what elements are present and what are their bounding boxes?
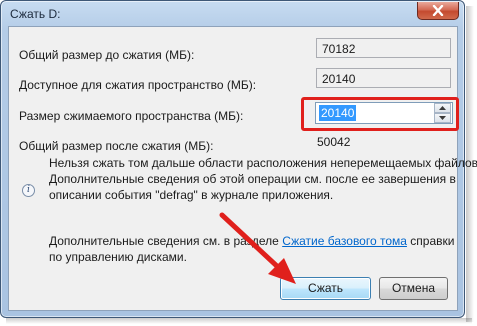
cancel-button[interactable]: Отмена [379, 277, 448, 300]
shrink-dialog: Сжать D: Общий размер до сжатия (МБ): 70… [0, 0, 477, 318]
shrink-button[interactable]: Сжать [280, 277, 371, 300]
total-size-after-label: Общий размер после сжатия (МБ): [19, 139, 214, 153]
help-text-after: справки [406, 234, 455, 248]
dialog-client-area: Общий размер до сжатия (МБ): 70182 Досту… [8, 26, 477, 311]
total-size-before-value: 70182 [316, 38, 451, 58]
total-size-after-value: 50042 [317, 135, 351, 149]
available-space-label: Доступное для сжатия пространство (МБ): [19, 78, 257, 92]
info-line-3: описании события "defrag" в журнале прил… [49, 188, 334, 202]
help-text-before: Дополнительные сведения см. в разделе [49, 234, 283, 248]
close-icon [432, 5, 444, 16]
help-line-1: Дополнительные сведения см. в разделе Сж… [49, 233, 454, 249]
info-line-1: Нельзя сжать том дальше области располож… [49, 156, 477, 170]
info-icon: i [22, 184, 35, 197]
shrink-amount-label: Размер сжимаемого пространства (МБ): [19, 109, 244, 123]
window-shadow-bottom [6, 318, 472, 324]
total-size-before-label: Общий размер до сжатия (МБ): [19, 48, 195, 62]
help-line-2: по управлению дисками. [49, 250, 187, 264]
info-line-2: Дополнительные сведения об этой операции… [49, 172, 456, 186]
basic-volume-shrink-link[interactable]: Сжатие базового тома [282, 234, 407, 248]
highlight-box [301, 97, 459, 131]
close-button[interactable] [417, 2, 459, 20]
available-space-value: 20140 [316, 68, 451, 88]
window-title: Сжать D: [10, 7, 61, 21]
